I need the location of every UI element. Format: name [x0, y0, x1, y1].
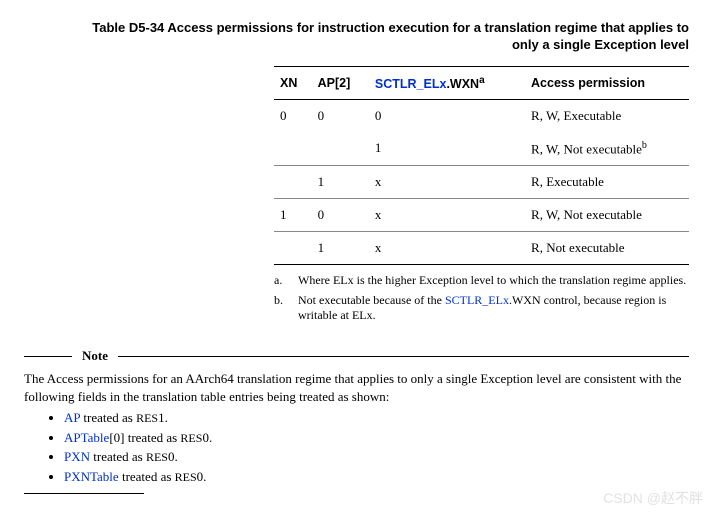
cell-ap2: 1: [312, 232, 369, 265]
col-access: Access permission: [525, 66, 689, 99]
rule-right: [118, 356, 689, 357]
table-row: 1xR, Not executable: [274, 232, 689, 265]
rule-end: [24, 493, 144, 494]
footnotes: a. Where ELx is the higher Exception lev…: [274, 273, 689, 324]
res-keyword: RES: [136, 411, 158, 425]
list-item: APTable[0] treated as RES0.: [64, 429, 689, 447]
cell-xn: 0: [274, 99, 312, 132]
note-body: The Access permissions for an AArch64 tr…: [24, 370, 689, 494]
sctlr-link[interactable]: SCTLR_ELx: [375, 77, 447, 91]
field-link[interactable]: AP: [64, 410, 80, 425]
footnote-a: a. Where ELx is the higher Exception lev…: [274, 273, 689, 289]
footref-a: a: [479, 75, 485, 86]
field-link[interactable]: APTable: [64, 430, 109, 445]
cell-xn: [274, 132, 312, 166]
cell-wxn: 1: [369, 132, 525, 166]
cell-permission: R, W, Not executable: [525, 199, 689, 232]
table-row: 000R, W, Executable: [274, 99, 689, 132]
col-xn: XN: [274, 66, 312, 99]
field-link[interactable]: PXNTable: [64, 469, 119, 484]
col-ap2: AP[2]: [312, 66, 369, 99]
note-paragraph: The Access permissions for an AArch64 tr…: [24, 370, 689, 405]
cell-ap2: [312, 132, 369, 166]
sctlr-suffix: .WXN: [446, 77, 479, 91]
footnote-b-marker: b.: [274, 293, 288, 324]
cell-wxn: x: [369, 199, 525, 232]
cell-xn: [274, 166, 312, 199]
cell-ap2: 0: [312, 199, 369, 232]
footnote-b-text: Not executable because of the SCTLR_ELx.…: [298, 293, 689, 324]
caption-line1: Table D5-34 Access permissions for instr…: [92, 20, 689, 35]
list-item: AP treated as RES1.: [64, 409, 689, 427]
list-item: PXNTable treated as RES0.: [64, 468, 689, 486]
cell-wxn: 0: [369, 99, 525, 132]
res-keyword: RES: [180, 431, 202, 445]
rule-left: [24, 356, 72, 357]
table-row: 1xR, Executable: [274, 166, 689, 199]
table-row: 1R, W, Not executableb: [274, 132, 689, 166]
table-body: 000R, W, Executable1R, W, Not executable…: [274, 99, 689, 264]
cell-ap2: 1: [312, 166, 369, 199]
cell-xn: [274, 232, 312, 265]
cell-permission: R, Executable: [525, 166, 689, 199]
footnote-b-link[interactable]: SCTLR_ELx: [445, 293, 509, 307]
field-link[interactable]: PXN: [64, 449, 90, 464]
footnote-a-text: Where ELx is the higher Exception level …: [298, 273, 686, 289]
note-label: Note: [82, 348, 108, 364]
footref-b: b: [642, 140, 647, 151]
cell-wxn: x: [369, 232, 525, 265]
note-header: Note: [24, 348, 689, 364]
table-caption: Table D5-34 Access permissions for instr…: [24, 20, 689, 54]
cell-permission: R, W, Executable: [525, 99, 689, 132]
table-row: 10xR, W, Not executable: [274, 199, 689, 232]
permissions-table: XN AP[2] SCTLR_ELx.WXNa Access permissio…: [274, 66, 689, 265]
note-bullet-list: AP treated as RES1. APTable[0] treated as…: [24, 409, 689, 485]
col-wxn: SCTLR_ELx.WXNa: [369, 66, 525, 99]
list-item: PXN treated as RES0.: [64, 448, 689, 466]
res-keyword: RES: [146, 450, 168, 464]
cell-permission: R, Not executable: [525, 232, 689, 265]
footnote-b: b. Not executable because of the SCTLR_E…: [274, 293, 689, 324]
cell-ap2: 0: [312, 99, 369, 132]
cell-xn: 1: [274, 199, 312, 232]
caption-line2: only a single Exception level: [512, 37, 689, 52]
footnote-a-marker: a.: [274, 273, 288, 289]
cell-permission: R, W, Not executableb: [525, 132, 689, 166]
res-keyword: RES: [175, 470, 197, 484]
cell-wxn: x: [369, 166, 525, 199]
